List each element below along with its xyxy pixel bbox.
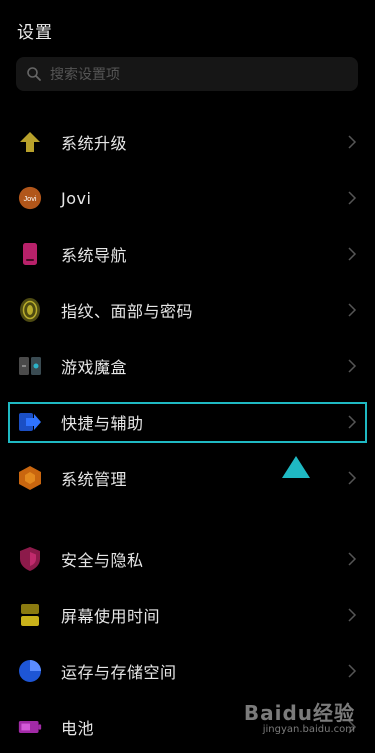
settings-item-memory-storage[interactable]: 运存与存储空间	[0, 645, 375, 697]
settings-item-label: 系统管理	[61, 470, 128, 489]
jovi-icon: Jovi	[18, 186, 42, 210]
system-management-hexagon-icon	[18, 466, 42, 490]
chevron-right-icon	[348, 247, 357, 261]
pointer-triangle-icon	[282, 456, 310, 478]
chevron-right-icon	[348, 191, 357, 205]
chevron-right-icon	[348, 664, 357, 678]
chevron-right-icon	[348, 303, 357, 317]
settings-item-security-privacy[interactable]: 安全与隐私	[0, 533, 375, 585]
settings-item-label: 运存与存储空间	[61, 663, 177, 682]
search-bar[interactable]: 搜索设置项	[16, 57, 358, 91]
chevron-right-icon	[348, 359, 357, 373]
settings-item-label: 游戏魔盒	[61, 358, 128, 377]
highlight-box	[8, 402, 367, 443]
settings-item-system-management[interactable]: 系统管理	[0, 452, 375, 504]
settings-item-label: Jovi	[61, 188, 92, 208]
settings-item-fingerprint-face-password[interactable]: 指纹、面部与密码	[0, 284, 375, 336]
search-placeholder: 搜索设置项	[50, 67, 120, 83]
phone-navigation-icon	[18, 242, 42, 266]
settings-item-label: 屏幕使用时间	[61, 607, 161, 626]
chevron-right-icon	[348, 608, 357, 622]
settings-item-label: 系统升级	[61, 134, 128, 153]
settings-item-system-navigation[interactable]: 系统导航	[0, 228, 375, 280]
settings-item-screen-time[interactable]: 屏幕使用时间	[0, 589, 375, 641]
chevron-right-icon	[348, 471, 357, 485]
settings-item-label: 电池	[61, 719, 95, 738]
settings-item-label: 指纹、面部与密码	[61, 302, 194, 321]
settings-item-system-upgrade[interactable]: 系统升级	[0, 116, 375, 168]
security-shield-icon	[18, 547, 42, 571]
chevron-right-icon	[348, 552, 357, 566]
svg-text:Jovi: Jovi	[23, 194, 36, 203]
settings-item-label: 系统导航	[61, 246, 128, 265]
fingerprint-icon	[18, 298, 42, 322]
search-icon	[27, 67, 41, 81]
settings-item-label: 安全与隐私	[61, 551, 144, 570]
upgrade-arrow-icon	[18, 130, 42, 154]
watermark: Baidu经验 jingyan.baidu.com	[244, 697, 355, 735]
settings-item-game-box[interactable]: 游戏魔盒	[0, 340, 375, 392]
watermark-brand: Baidu经验	[243, 701, 355, 725]
battery-icon	[18, 715, 42, 739]
screen-time-hourglass-icon	[18, 603, 42, 627]
game-box-icon	[18, 354, 42, 378]
settings-item-jovi[interactable]: Jovi Jovi	[0, 172, 375, 224]
chevron-right-icon	[348, 135, 357, 149]
page-title: 设置	[17, 23, 53, 43]
storage-pie-icon	[18, 659, 42, 683]
